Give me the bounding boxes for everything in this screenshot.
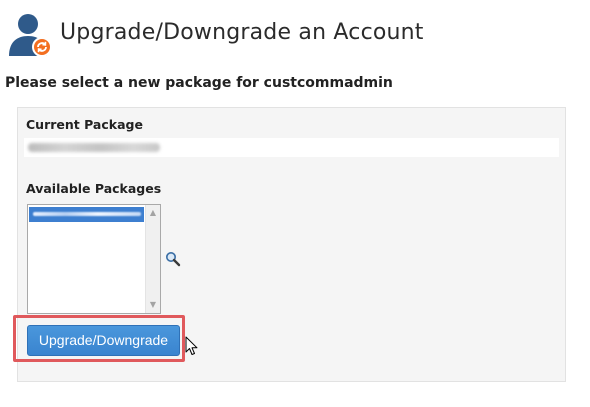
package-option-selected[interactable]	[29, 207, 144, 222]
form-subtitle: Please select a new package for custcomm…	[5, 75, 393, 91]
scroll-down-arrow-icon[interactable]: ▼	[146, 298, 160, 312]
available-packages-listbox[interactable]: ▲ ▼	[27, 204, 161, 314]
magnifier-icon[interactable]	[165, 251, 181, 267]
user-upgrade-icon	[9, 14, 52, 57]
listbox-scrollbar[interactable]: ▲ ▼	[145, 205, 160, 313]
redacted-package-name	[33, 212, 141, 216]
scroll-up-arrow-icon[interactable]: ▲	[146, 206, 160, 220]
available-packages-label: Available Packages	[26, 181, 162, 196]
current-package-label: Current Package	[26, 117, 143, 132]
mouse-pointer-icon	[185, 336, 198, 355]
upgrade-downgrade-button[interactable]: Upgrade/Downgrade	[27, 325, 180, 356]
redacted-current-package	[28, 143, 160, 152]
page-title: Upgrade/Downgrade an Account	[60, 20, 424, 45]
current-package-value	[24, 138, 559, 157]
